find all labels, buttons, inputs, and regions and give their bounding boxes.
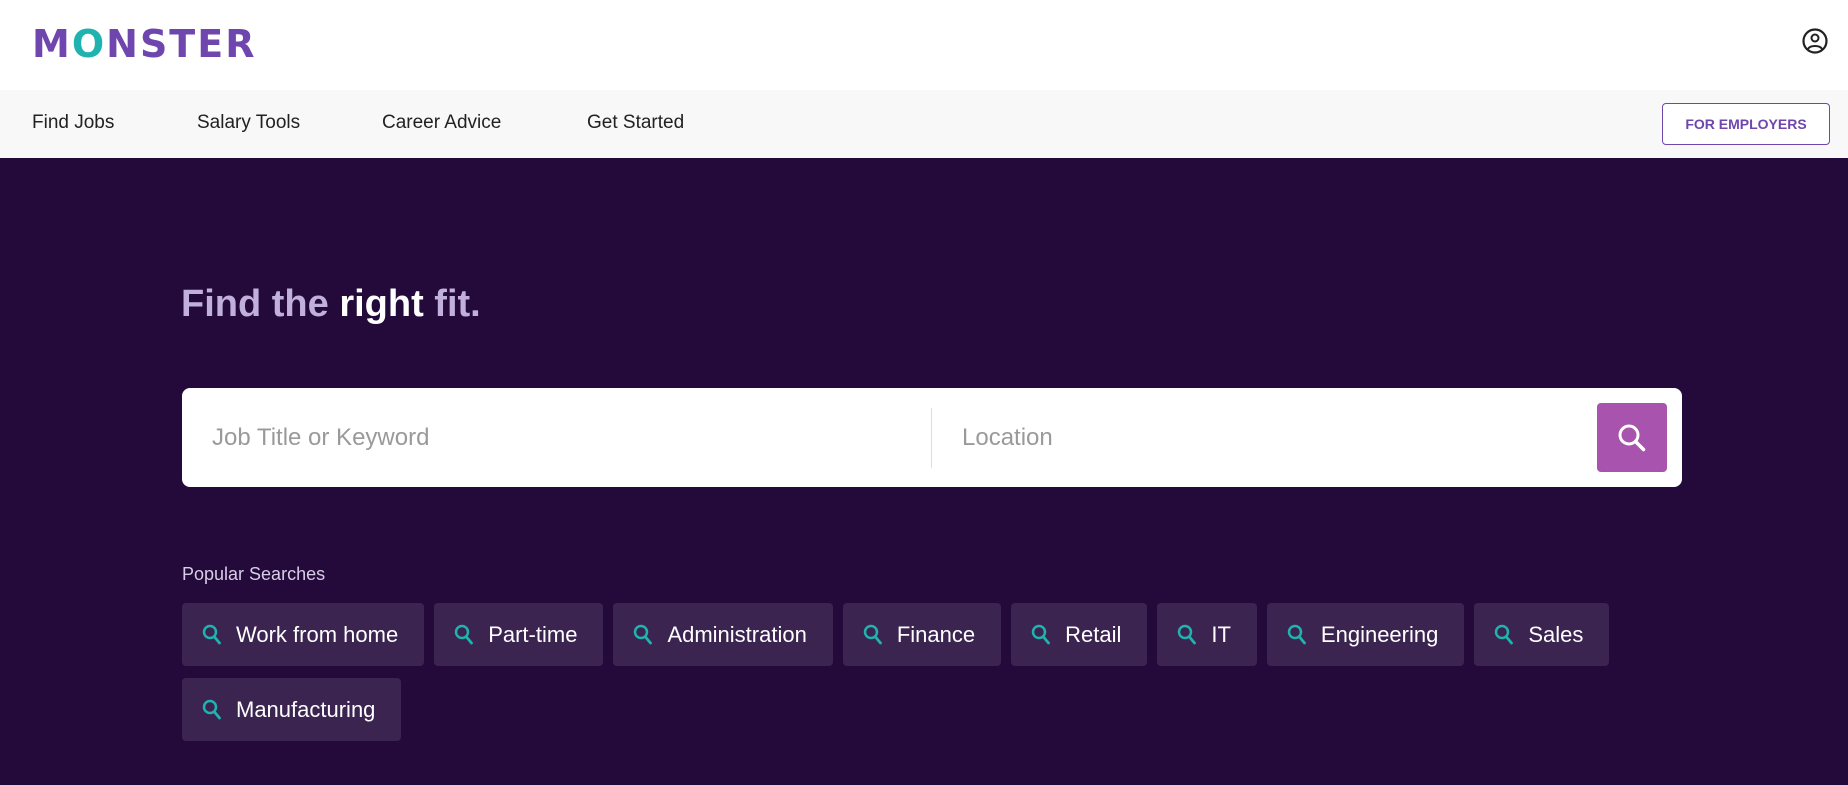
divider xyxy=(931,408,932,468)
search-icon xyxy=(863,624,882,644)
nav-get-started[interactable]: Get Started xyxy=(587,112,684,134)
popular-searches: Work from home Part-time Administration Fin… xyxy=(182,603,1682,741)
chip-label: Work from home xyxy=(236,621,399,647)
popular-search-chip[interactable]: Retail xyxy=(1011,603,1148,666)
search-icon xyxy=(1287,624,1306,644)
nav-find-jobs[interactable]: Find Jobs xyxy=(32,112,114,134)
popular-searches-label: Popular Searches xyxy=(182,564,326,584)
search-icon xyxy=(1178,624,1197,644)
search-icon xyxy=(454,624,474,644)
chip-label: Manufacturing xyxy=(236,696,376,722)
search-icon xyxy=(634,624,653,644)
page-title: Find the right fit. xyxy=(181,283,481,326)
title-part: fit. xyxy=(423,283,481,325)
chip-label: Finance xyxy=(896,621,976,647)
title-highlight: right xyxy=(339,283,424,325)
popular-search-chip[interactable]: Engineering xyxy=(1266,603,1465,666)
chip-label: Part-time xyxy=(488,621,578,647)
popular-search-chip[interactable]: Administration xyxy=(613,603,833,666)
popular-search-chip[interactable]: Work from home xyxy=(182,603,425,666)
popular-search-chip[interactable]: Part-time xyxy=(434,603,604,666)
header: MONSTER xyxy=(0,0,1848,90)
keyword-input[interactable] xyxy=(212,408,912,468)
popular-search-chip[interactable]: Manufacturing xyxy=(182,678,402,741)
search-icon xyxy=(1031,624,1051,644)
chip-label: Administration xyxy=(667,621,807,647)
chip-label: Retail xyxy=(1065,621,1122,647)
popular-search-chip[interactable]: IT xyxy=(1157,603,1257,666)
popular-search-chip[interactable]: Finance xyxy=(842,603,1002,666)
search-icon xyxy=(202,699,221,719)
chip-label: Engineering xyxy=(1320,621,1439,647)
popular-search-chip[interactable]: Sales xyxy=(1474,603,1610,666)
for-employers-button[interactable]: FOR EMPLOYERS xyxy=(1662,103,1830,145)
search-icon xyxy=(1495,624,1514,644)
chip-label: IT xyxy=(1211,621,1231,647)
title-part: Find the xyxy=(181,283,340,325)
search-bar xyxy=(182,388,1682,487)
hero: Find the right fit. Popular Searches Wor… xyxy=(0,158,1848,785)
logo-o: O xyxy=(71,22,107,66)
user-circle-icon[interactable] xyxy=(1802,28,1828,54)
search-icon xyxy=(202,624,221,644)
search-button[interactable] xyxy=(1597,403,1667,472)
monster-logo[interactable]: MONSTER xyxy=(32,22,256,66)
chip-label: Sales xyxy=(1528,621,1584,647)
search-icon xyxy=(1618,424,1646,451)
location-input[interactable] xyxy=(962,408,1582,468)
main-nav: Find Jobs Salary Tools Career Advice Get… xyxy=(0,90,1848,158)
nav-salary-tools[interactable]: Salary Tools xyxy=(197,112,300,134)
logo-m: M xyxy=(32,22,72,66)
logo-rest: NSTER xyxy=(106,22,257,66)
nav-career-advice[interactable]: Career Advice xyxy=(382,112,501,134)
